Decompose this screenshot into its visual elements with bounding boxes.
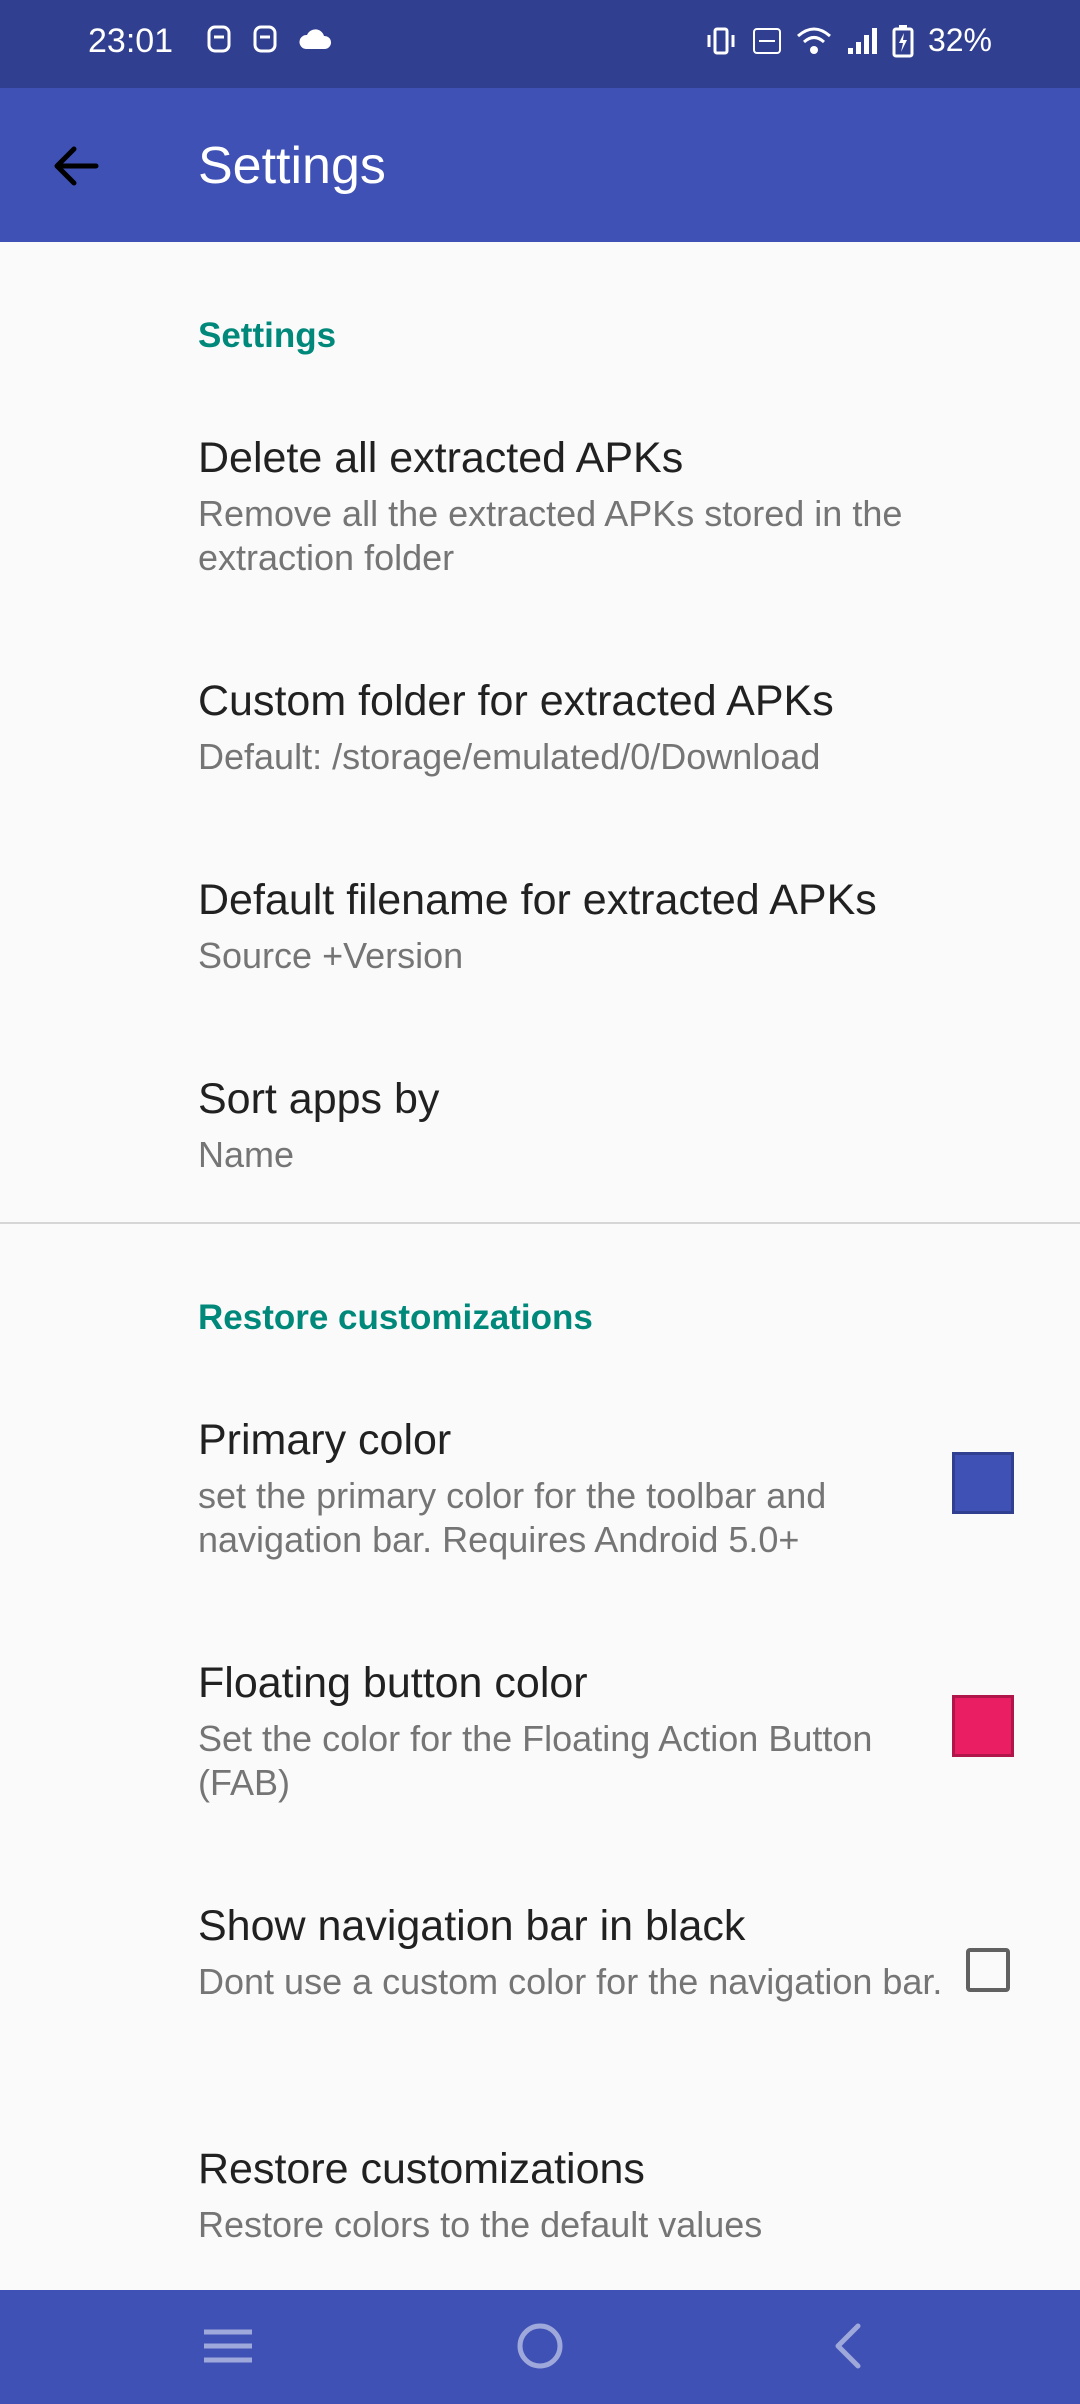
toolbar: Settings <box>0 88 1080 242</box>
pref-summary: Dont use a custom color for the navigati… <box>198 1961 943 2002</box>
notification-app-icon <box>207 25 231 53</box>
navbar-black-checkbox[interactable] <box>966 1948 1010 1992</box>
pref-summary: Remove all the extracted APKs stored in … <box>198 493 903 578</box>
section-header-restore-customizations: Restore customizations <box>198 1298 593 1337</box>
section-header-settings: Settings <box>198 316 337 355</box>
volte-icon <box>752 27 781 54</box>
status-bar: 23:01 32% <box>0 0 1080 88</box>
pref-sort-apps-by[interactable]: Sort apps by Name <box>0 1073 1080 1203</box>
page-title: Settings <box>198 137 386 195</box>
vibrate-icon <box>707 27 735 54</box>
cloud-icon <box>299 29 332 49</box>
system-navigation-bar <box>0 2290 1080 2404</box>
pref-title: Sort apps by <box>198 1075 440 1123</box>
pref-summary: set the primary color for the toolbar an… <box>198 1475 827 1560</box>
pref-title: Show navigation bar in black <box>198 1902 746 1950</box>
pref-delete-extracted-apks[interactable]: Delete all extracted APKs Remove all the… <box>0 432 1080 602</box>
arrow-left-icon[interactable] <box>46 136 106 196</box>
pref-title: Primary color <box>198 1416 452 1464</box>
pref-summary: Default: /storage/emulated/0/Download <box>198 736 821 777</box>
pref-summary: Source +Version <box>198 935 464 976</box>
battery-percent: 32% <box>927 22 992 58</box>
wifi-icon <box>796 27 831 54</box>
signal-icon <box>847 27 877 54</box>
status-time: 23:01 <box>88 22 174 60</box>
fab-color-swatch[interactable] <box>952 1695 1014 1757</box>
pref-primary-color[interactable]: Primary color set the primary color for … <box>0 1414 1080 1584</box>
pref-title: Default filename for extracted APKs <box>198 876 877 924</box>
pref-show-navbar-black[interactable]: Show navigation bar in black Dont use a … <box>0 1900 1080 2070</box>
pref-title: Floating button color <box>198 1659 588 1707</box>
pref-custom-folder[interactable]: Custom folder for extracted APKs Default… <box>0 675 1080 805</box>
pref-floating-button-color[interactable]: Floating button color Set the color for … <box>0 1657 1080 1827</box>
pref-summary: Name <box>198 1134 295 1175</box>
battery-charging-icon <box>892 24 914 57</box>
notification-app-icon-2 <box>253 25 277 53</box>
pref-title: Custom folder for extracted APKs <box>198 677 834 725</box>
pref-summary: Restore colors to the default values <box>198 2204 763 2245</box>
menu-icon[interactable] <box>198 2316 258 2376</box>
pref-default-filename[interactable]: Default filename for extracted APKs Sour… <box>0 874 1080 1004</box>
notification-icons <box>206 24 332 54</box>
section-divider <box>0 1222 1080 1224</box>
chevron-left-icon[interactable] <box>820 2316 880 2376</box>
primary-color-swatch[interactable] <box>952 1452 1014 1514</box>
home-circle-icon[interactable] <box>510 2316 570 2376</box>
pref-summary: Set the color for the Floating Action Bu… <box>198 1718 873 1803</box>
pref-title: Restore customizations <box>198 2145 645 2193</box>
system-status-icons: 32% <box>704 22 992 59</box>
pref-restore-customizations[interactable]: Restore customizations Restore colors to… <box>0 2143 1080 2273</box>
pref-title: Delete all extracted APKs <box>198 434 684 482</box>
